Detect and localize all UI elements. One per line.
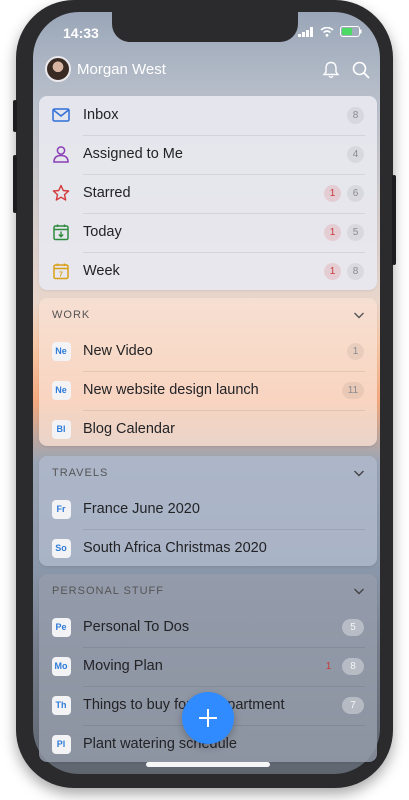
- list-item-label: New website design launch: [83, 382, 259, 398]
- list-item-week[interactable]: 7 Week 1 8: [39, 252, 377, 290]
- plus-icon: [199, 709, 217, 727]
- home-indicator: [146, 762, 270, 767]
- bell-icon[interactable]: [321, 60, 341, 80]
- avatar[interactable]: [45, 56, 71, 82]
- section-title: TRAVELS: [52, 467, 109, 479]
- volume-button-up: [13, 100, 17, 132]
- task-count-badge: 4: [347, 146, 364, 163]
- section-title: WORK: [52, 309, 91, 321]
- smart-lists: Inbox 8 Assigned to Me 4 Starred 1 6 Tod…: [39, 96, 377, 290]
- list-item-personal-to-dos[interactable]: Pe Personal To Dos 5: [39, 608, 377, 647]
- task-count-badge: 11: [342, 382, 364, 399]
- list-tile-icon: Bl: [51, 419, 71, 439]
- due-count-badge: 1: [325, 661, 332, 672]
- today-calendar-icon: [51, 222, 71, 242]
- task-count-badge: 7: [342, 697, 364, 714]
- list-item-starred[interactable]: Starred 1 6: [39, 174, 377, 213]
- week-calendar-icon: 7: [51, 261, 71, 281]
- section-title: PERSONAL STUFF: [52, 585, 164, 597]
- list-tile-icon: So: [51, 538, 71, 558]
- volume-button-down: [13, 155, 17, 213]
- list-item-label: Personal To Dos: [83, 619, 190, 635]
- person-icon: [51, 144, 71, 164]
- list-item-label: Week: [83, 263, 120, 279]
- add-list-button[interactable]: [182, 692, 234, 744]
- wifi-icon: [320, 26, 334, 37]
- list-item-blog-calendar[interactable]: Bl Blog Calendar: [39, 410, 377, 446]
- list-tile-icon: Pe: [51, 617, 71, 637]
- due-count-badge: 1: [324, 224, 341, 241]
- due-count-badge: 1: [324, 263, 341, 280]
- list-item-inbox[interactable]: Inbox 8: [39, 96, 377, 135]
- task-count-badge: 8: [347, 107, 364, 124]
- list-item-label: Starred: [83, 185, 131, 201]
- list-item-label: South Africa Christmas 2020: [83, 540, 267, 556]
- chevron-down-icon[interactable]: [353, 585, 365, 597]
- chevron-down-icon[interactable]: [353, 309, 365, 321]
- star-icon: [51, 183, 71, 203]
- section-header-travels[interactable]: TRAVELS: [39, 456, 377, 490]
- list-tile-icon: Ne: [51, 341, 71, 361]
- list-item-new-video[interactable]: Ne New Video 1: [39, 332, 377, 371]
- chevron-down-icon[interactable]: [353, 467, 365, 479]
- status-time: 14:33: [63, 25, 99, 41]
- svg-text:7: 7: [59, 272, 63, 279]
- status-icons: [298, 26, 362, 37]
- list-item-moving-plan[interactable]: Mo Moving Plan 1 8: [39, 647, 377, 686]
- due-count-badge: 1: [324, 185, 341, 202]
- list-tile-icon: Ne: [51, 380, 71, 400]
- task-count-badge: 8: [342, 658, 364, 675]
- list-item-label: France June 2020: [83, 501, 200, 517]
- list-item-new-website-design-launch[interactable]: Ne New website design launch 11: [39, 371, 377, 410]
- task-count-badge: 8: [347, 263, 364, 280]
- power-button: [392, 175, 396, 265]
- list-tile-icon: Fr: [51, 499, 71, 519]
- list-item-label: New Video: [83, 343, 153, 359]
- list-tile-icon: Th: [51, 695, 71, 715]
- list-item-label: Assigned to Me: [83, 146, 183, 162]
- task-count-badge: 1: [347, 343, 364, 360]
- list-item-south-africa-christmas-2020[interactable]: So South Africa Christmas 2020: [39, 529, 377, 566]
- inbox-icon: [51, 105, 71, 125]
- task-count-badge: 5: [342, 619, 364, 636]
- list-item-label: Blog Calendar: [83, 421, 175, 437]
- list-item-label: Moving Plan: [83, 658, 163, 674]
- section-header-personal-stuff[interactable]: PERSONAL STUFF: [39, 574, 377, 608]
- list-item-france-june-2020[interactable]: Fr France June 2020: [39, 490, 377, 529]
- list-item-assigned-to-me[interactable]: Assigned to Me 4: [39, 135, 377, 174]
- task-count-badge: 6: [347, 185, 364, 202]
- section-travels: TRAVELS Fr France June 2020 So South Afr…: [39, 456, 377, 566]
- section-work: WORK Ne New Video 1 Ne New website desig…: [39, 298, 377, 446]
- user-name[interactable]: Morgan West: [77, 61, 166, 78]
- app-header: Morgan West: [33, 52, 380, 88]
- list-item-label: Inbox: [83, 107, 119, 123]
- list-item-label: Today: [83, 224, 122, 240]
- status-bar: 14:33: [33, 12, 380, 50]
- list-tile-icon: Pl: [51, 734, 71, 754]
- battery-icon: [340, 26, 362, 37]
- signal-icon: [298, 26, 313, 37]
- search-icon[interactable]: [351, 60, 371, 80]
- task-count-badge: 5: [347, 224, 364, 241]
- list-item-today[interactable]: Today 1 5: [39, 213, 377, 252]
- section-header-work[interactable]: WORK: [39, 298, 377, 332]
- list-tile-icon: Mo: [51, 656, 71, 676]
